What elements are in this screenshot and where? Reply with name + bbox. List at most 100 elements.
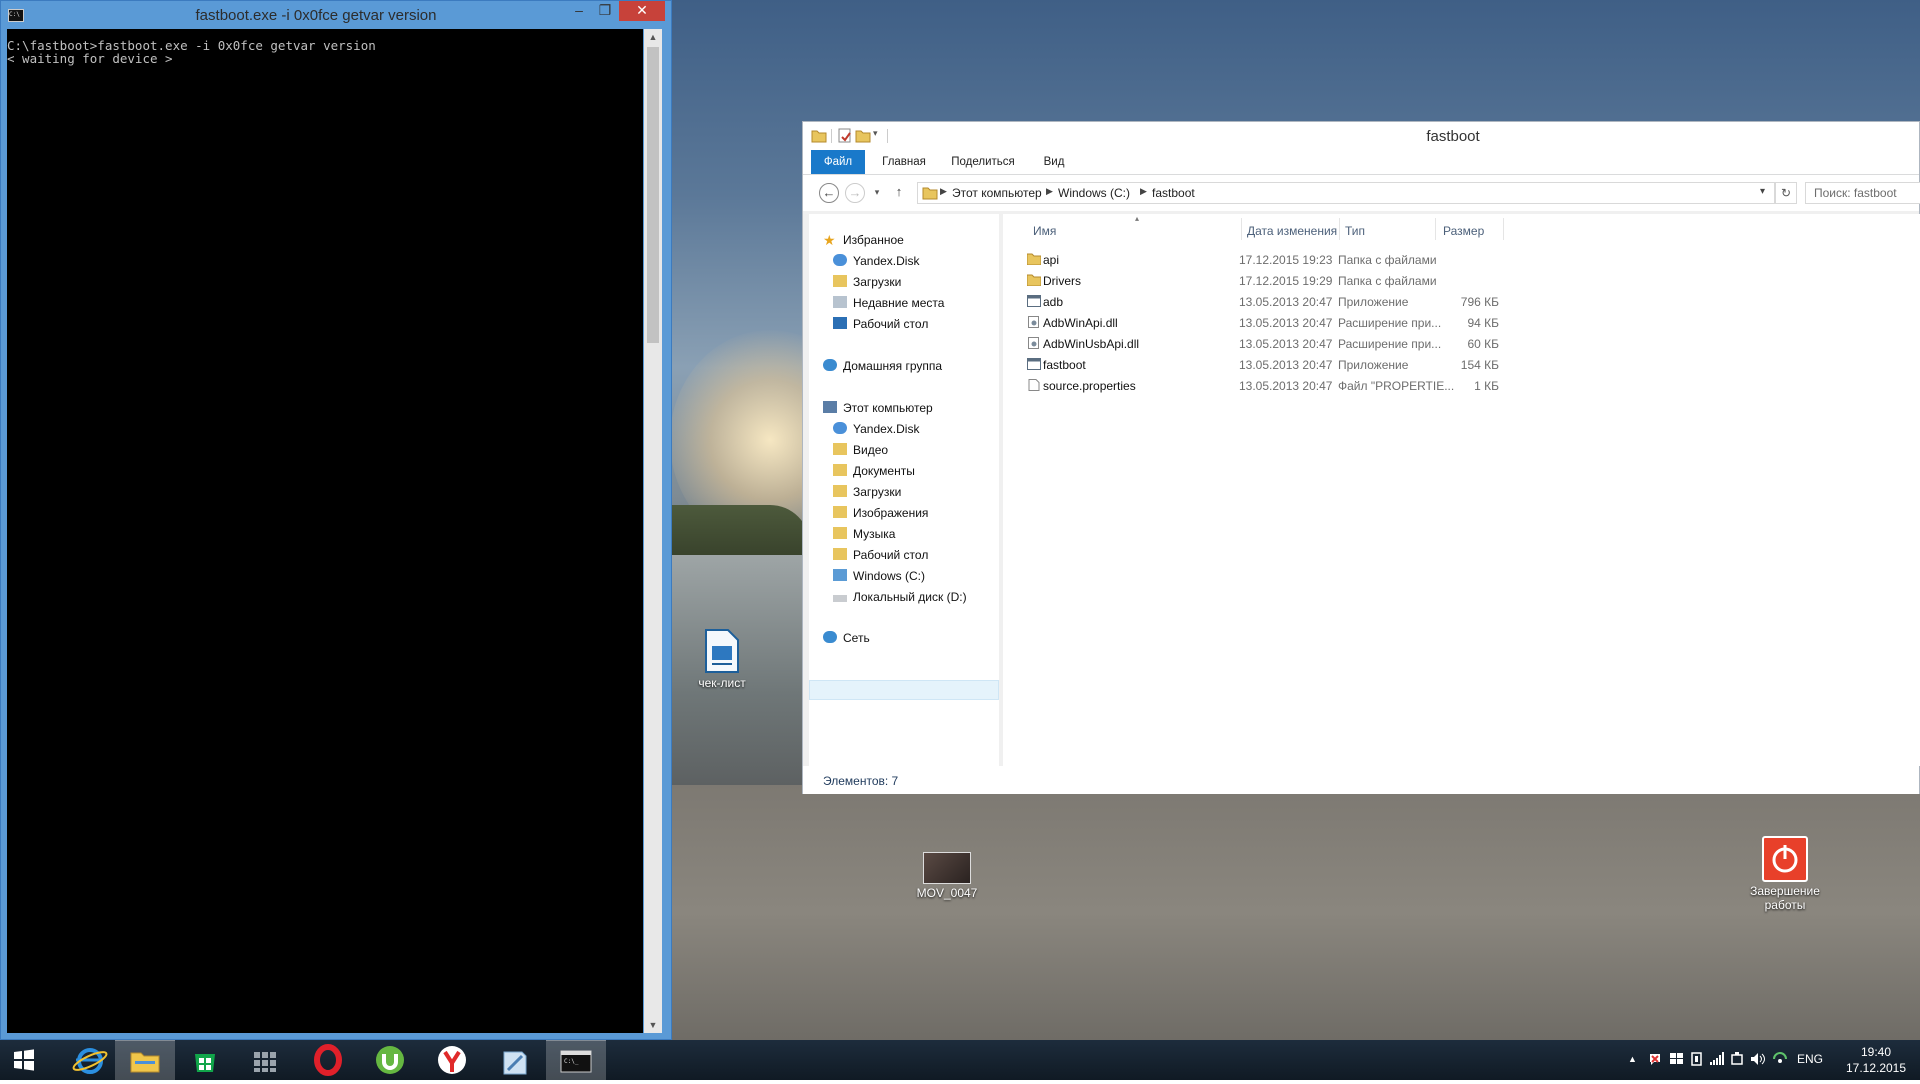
dll-icon xyxy=(1027,316,1041,328)
nav-this-pc[interactable]: Этот компьютер xyxy=(823,398,933,418)
refresh-icon[interactable]: ↻ xyxy=(1775,182,1797,204)
column-header-type[interactable]: Тип xyxy=(1345,224,1365,238)
network-signal-icon[interactable] xyxy=(1710,1052,1724,1069)
nav-fav-yandex-disk[interactable]: Yandex.Disk xyxy=(833,251,919,271)
up-arrow-icon[interactable]: ↑ xyxy=(889,183,909,203)
nav-pc-desktop[interactable]: Рабочий стол xyxy=(833,545,928,565)
show-hidden-icons-icon[interactable]: ▲ xyxy=(1628,1054,1637,1064)
breadcrumb-separator-icon[interactable]: ▶ xyxy=(940,186,947,197)
nav-pc-documents[interactable]: Документы xyxy=(833,461,915,481)
column-header-size[interactable]: Размер xyxy=(1443,224,1484,238)
file-list[interactable]: ▴ Имя Дата изменения Тип Размер api 17.1… xyxy=(1003,214,1920,766)
utorrent-icon[interactable] xyxy=(360,1040,420,1080)
tab-home[interactable]: Главная xyxy=(873,150,935,174)
connectivity-tray-icon[interactable] xyxy=(1772,1052,1788,1069)
console-icon[interactable]: C:\_ xyxy=(546,1040,606,1080)
file-row[interactable]: Drivers 17.12.2015 19:29 Папка с файлами xyxy=(1003,271,1603,291)
nav-label: Локальный диск (D:) xyxy=(853,590,967,604)
volume-icon[interactable] xyxy=(1750,1052,1766,1069)
file-row[interactable]: AdbWinApi.dll 13.05.2013 20:47 Расширени… xyxy=(1003,313,1603,333)
file-row[interactable]: AdbWinUsbApi.dll 13.05.2013 20:47 Расшир… xyxy=(1003,334,1603,354)
console-titlebar[interactable]: C:\ fastboot.exe -i 0x0fce getvar versio… xyxy=(1,1,671,29)
wallpaper-sand xyxy=(670,785,1920,1040)
action-center-icon[interactable] xyxy=(1648,1052,1662,1069)
back-arrow-icon[interactable]: ← xyxy=(819,183,839,203)
tab-share[interactable]: Поделиться xyxy=(943,150,1023,174)
file-row[interactable]: adb 13.05.2013 20:47 Приложение 796 КБ xyxy=(1003,292,1603,312)
column-divider[interactable] xyxy=(1339,218,1340,240)
notepad-icon[interactable] xyxy=(484,1040,544,1080)
downloads-folder-icon xyxy=(833,275,847,287)
clock[interactable]: 19:40 17.12.2015 xyxy=(1836,1044,1916,1076)
column-header-name[interactable]: Имя xyxy=(1033,224,1056,238)
nav-pc-downloads[interactable]: Загрузки xyxy=(833,482,901,502)
scroll-down-arrow-icon[interactable]: ▼ xyxy=(644,1017,662,1033)
column-divider[interactable] xyxy=(1435,218,1436,240)
desktop-icon-shutdown[interactable]: Завершение работы xyxy=(1740,836,1830,912)
file-name: api xyxy=(1043,253,1060,267)
address-history-chevron-icon[interactable]: ▾ xyxy=(1760,186,1765,197)
item-count: Элементов: 7 xyxy=(823,774,899,788)
nav-pc-music[interactable]: Музыка xyxy=(833,524,895,544)
nav-pc-windows-c[interactable]: Windows (C:) xyxy=(833,566,925,586)
maximize-button[interactable]: ❐ xyxy=(593,1,617,21)
device-tray-icon[interactable] xyxy=(1690,1052,1704,1069)
document-icon xyxy=(702,628,742,674)
breadcrumb-separator-icon[interactable]: ▶ xyxy=(1046,186,1053,197)
nav-homegroup[interactable]: Домашняя группа xyxy=(823,356,942,376)
input-language[interactable]: ENG xyxy=(1797,1052,1823,1066)
nav-network[interactable]: Сеть xyxy=(823,628,870,648)
file-row[interactable]: api 17.12.2015 19:23 Папка с файлами xyxy=(1003,250,1603,270)
yandex-browser-icon[interactable] xyxy=(422,1040,482,1080)
drive-icon xyxy=(833,595,847,602)
explorer-window[interactable]: ▾ fastboot Файл Главная Поделиться Вид ←… xyxy=(802,121,1920,794)
app-grid-icon[interactable] xyxy=(235,1040,295,1080)
breadcrumb-this-pc[interactable]: Этот компьютер xyxy=(952,186,1042,200)
column-header-date[interactable]: Дата изменения xyxy=(1247,224,1337,238)
breadcrumb-windows-c[interactable]: Windows (C:) xyxy=(1058,186,1130,200)
column-divider[interactable] xyxy=(1503,218,1504,240)
windows-flag-tray-icon[interactable] xyxy=(1670,1052,1684,1069)
cloud-icon xyxy=(833,254,847,266)
nav-favorites[interactable]: ★ Избранное xyxy=(823,230,904,250)
forward-arrow-icon[interactable]: → xyxy=(845,183,865,203)
console-output[interactable]: C:\fastboot>fastboot.exe -i 0x0fce getva… xyxy=(7,29,643,1033)
start-icon[interactable] xyxy=(0,1040,60,1080)
desktop-icon-mov0047[interactable]: MOV_0047 xyxy=(902,852,992,900)
nav-fav-recent[interactable]: Недавние места xyxy=(833,293,944,313)
breadcrumb-separator-icon[interactable]: ▶ xyxy=(1140,186,1147,197)
breadcrumb-fastboot[interactable]: fastboot xyxy=(1152,186,1195,200)
column-divider[interactable] xyxy=(1241,218,1242,240)
file-row[interactable]: fastboot 13.05.2013 20:47 Приложение 154… xyxy=(1003,355,1603,375)
nav-pc-yandex-disk[interactable]: Yandex.Disk xyxy=(833,419,919,439)
store-icon[interactable] xyxy=(175,1040,235,1080)
file-row[interactable]: source.properties 13.05.2013 20:47 Файл … xyxy=(1003,376,1603,396)
wallpaper-shore xyxy=(670,505,810,555)
console-scrollbar[interactable]: ▲ ▼ xyxy=(644,29,662,1033)
tab-view[interactable]: Вид xyxy=(1031,150,1077,174)
explorer-titlebar[interactable]: ▾ fastboot xyxy=(803,122,1919,150)
minimize-button[interactable]: – xyxy=(567,1,591,21)
desktop-icon-checklist[interactable]: чек-лист xyxy=(677,628,767,690)
nav-pc-pictures[interactable]: Изображения xyxy=(833,503,928,523)
recent-locations-chevron-icon[interactable]: ▾ xyxy=(867,183,887,203)
address-bar[interactable]: ▶ Этот компьютер ▶ Windows (C:) ▶ fastbo… xyxy=(917,182,1775,204)
console-window[interactable]: C:\ fastboot.exe -i 0x0fce getvar versio… xyxy=(0,0,672,1040)
close-button[interactable]: ✕ xyxy=(619,1,665,21)
navigation-pane[interactable]: ★ Избранное Yandex.Disk Загрузки Недавние… xyxy=(809,214,999,766)
nav-fav-desktop[interactable]: Рабочий стол xyxy=(833,314,928,334)
nav-pc-videos[interactable]: Видео xyxy=(833,440,888,460)
nav-pc-local-disk-d[interactable]: Локальный диск (D:) xyxy=(833,587,967,607)
opera-icon[interactable] xyxy=(298,1040,358,1080)
computer-icon xyxy=(823,401,837,413)
windows-drive-icon xyxy=(833,569,847,581)
file-explorer-icon[interactable] xyxy=(115,1040,175,1080)
search-input[interactable]: Поиск: fastboot xyxy=(1805,182,1920,204)
file-type: Расширение при... xyxy=(1338,316,1442,330)
nav-fav-downloads[interactable]: Загрузки xyxy=(833,272,901,292)
scrollbar-thumb[interactable] xyxy=(647,47,659,343)
tab-file[interactable]: Файл xyxy=(811,150,865,174)
power-tray-icon[interactable] xyxy=(1730,1052,1744,1069)
internet-explorer-icon[interactable] xyxy=(60,1040,120,1080)
scroll-up-arrow-icon[interactable]: ▲ xyxy=(644,29,662,45)
